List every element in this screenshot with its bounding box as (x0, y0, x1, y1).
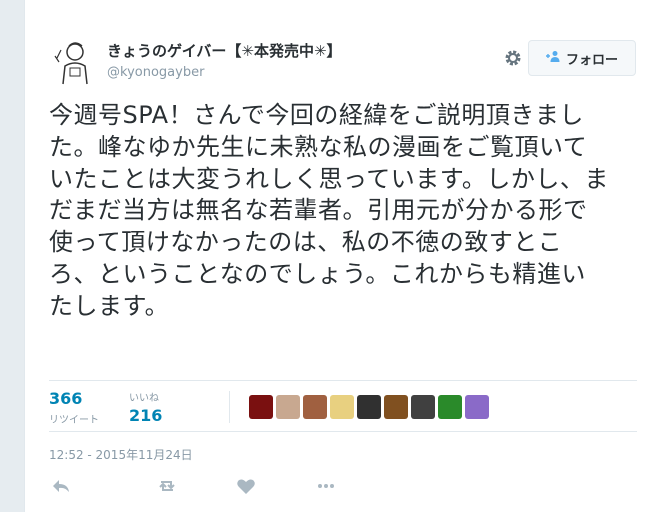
tweet-stats: 366 リツイート いいね 216 (49, 380, 637, 432)
author-screen-name[interactable]: @kyonogayber (107, 65, 342, 80)
tweet-text: 今週号SPA！さんで今回の経緯をご説明頂きました。峰なゆか先生に未熟な私の漫画を… (49, 101, 609, 320)
retweet-stat[interactable]: 366 リツイート (49, 389, 99, 426)
retweet-label: リツイート (49, 415, 99, 426)
more-icon[interactable] (314, 474, 338, 498)
tweet-header: きょうのゲイバー【✳本発売中✳】 @kyonogayber フォロー (49, 38, 636, 98)
favoriter-avatar[interactable] (384, 395, 408, 419)
avatar-illustration-icon (49, 38, 97, 86)
retweet-count: 366 (49, 389, 83, 408)
author-avatar[interactable] (49, 38, 97, 86)
follow-button[interactable]: フォロー (528, 40, 636, 76)
follow-user-icon (545, 50, 560, 66)
retweet-icon[interactable] (155, 474, 179, 498)
like-heart-icon[interactable] (234, 474, 258, 498)
stats-divider (229, 391, 230, 423)
tweet-timestamp[interactable]: 12:52 - 2015年11月24日 (49, 446, 193, 463)
like-stat[interactable]: いいね 216 (129, 389, 162, 425)
settings-gear-icon[interactable] (503, 48, 523, 68)
favoriters-avatars (249, 395, 489, 419)
like-label: いいね (129, 393, 159, 404)
favoriter-avatar[interactable] (438, 395, 462, 419)
favoriter-avatar[interactable] (330, 395, 354, 419)
favoriter-avatar[interactable] (465, 395, 489, 419)
follow-label: フォロー (565, 52, 618, 68)
reply-icon[interactable] (49, 474, 73, 498)
favoriter-avatar[interactable] (357, 395, 381, 419)
favoriter-avatar[interactable] (276, 395, 300, 419)
author-display-name[interactable]: きょうのゲイバー【✳本発売中✳】 (107, 40, 342, 61)
tweet-card: きょうのゲイバー【✳本発売中✳】 @kyonogayber フォロー 今週号SP… (24, 0, 660, 512)
author-names: きょうのゲイバー【✳本発売中✳】 @kyonogayber (107, 40, 342, 80)
like-count: 216 (129, 406, 163, 425)
favoriter-avatar[interactable] (411, 395, 435, 419)
favoriter-avatar[interactable] (303, 395, 327, 419)
favoriter-avatar[interactable] (249, 395, 273, 419)
